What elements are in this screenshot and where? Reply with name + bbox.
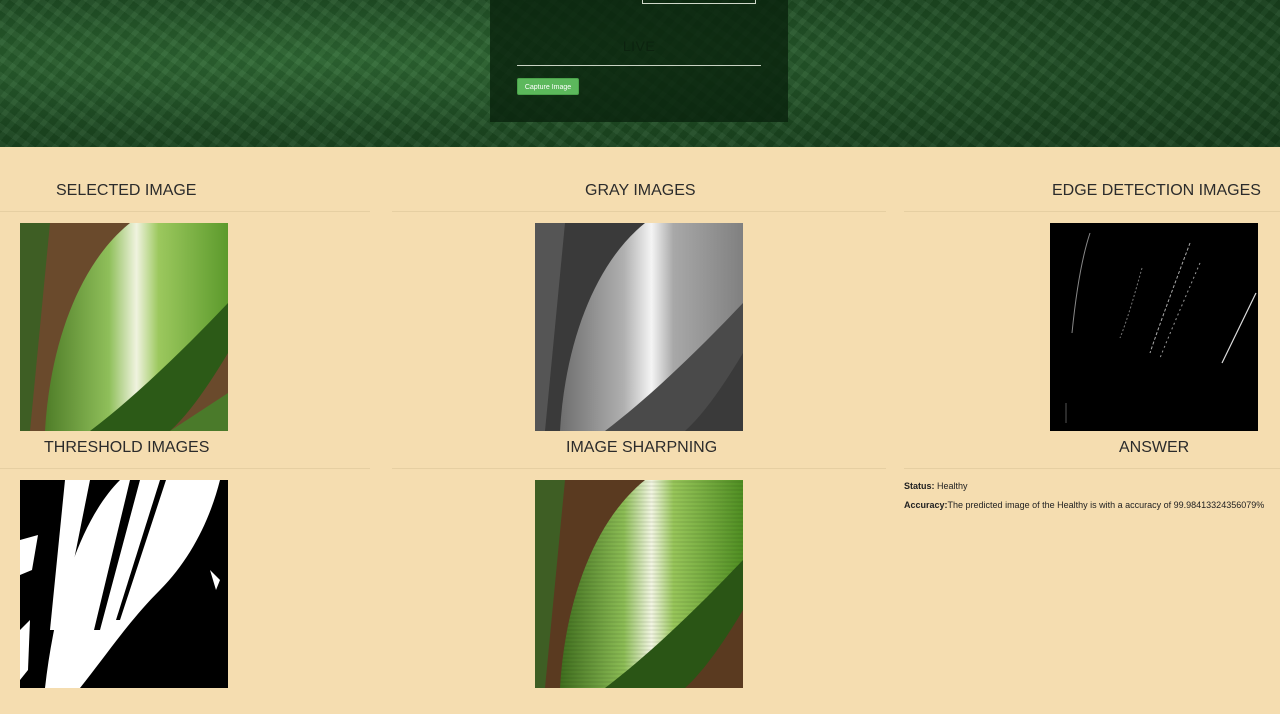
divider (0, 468, 370, 469)
edge-detection-image (1050, 223, 1258, 431)
live-label: LIVE (622, 38, 656, 54)
gray-images-heading: GRAY IMAGES (585, 182, 696, 199)
answer-heading: ANSWER (1119, 439, 1190, 456)
live-divider (517, 65, 761, 66)
divider (0, 211, 370, 212)
accuracy-label: Accuracy: (904, 500, 948, 510)
edge-detection-heading: EDGE DETECTION IMAGES (1052, 182, 1261, 199)
live-capture-panel: LIVE Capture Image (490, 0, 788, 122)
divider (392, 211, 886, 212)
sharpened-leaf-image (535, 480, 743, 688)
selected-image-heading: SELECTED IMAGE (56, 182, 197, 199)
image-sharpening-heading: IMAGE SHARPNING (566, 439, 718, 456)
selected-leaf-image (20, 223, 228, 431)
accuracy-row: Accuracy:The predicted image of the Heal… (904, 500, 1264, 510)
accuracy-value: The predicted image of the Healthy is wi… (947, 500, 1265, 510)
divider (392, 468, 886, 469)
capture-image-button[interactable]: Capture Image (517, 78, 579, 95)
video-frame-edge (642, 0, 756, 4)
status-value: Healthy (937, 481, 968, 491)
divider (904, 468, 1280, 469)
gray-leaf-image (535, 223, 743, 431)
status-row: Status: Healthy (904, 481, 968, 491)
status-label: Status: (904, 481, 935, 491)
threshold-image (20, 480, 228, 688)
divider (904, 211, 1280, 212)
hero-banner: LIVE Capture Image (0, 0, 1280, 147)
threshold-images-heading: THRESHOLD IMAGES (44, 439, 210, 456)
